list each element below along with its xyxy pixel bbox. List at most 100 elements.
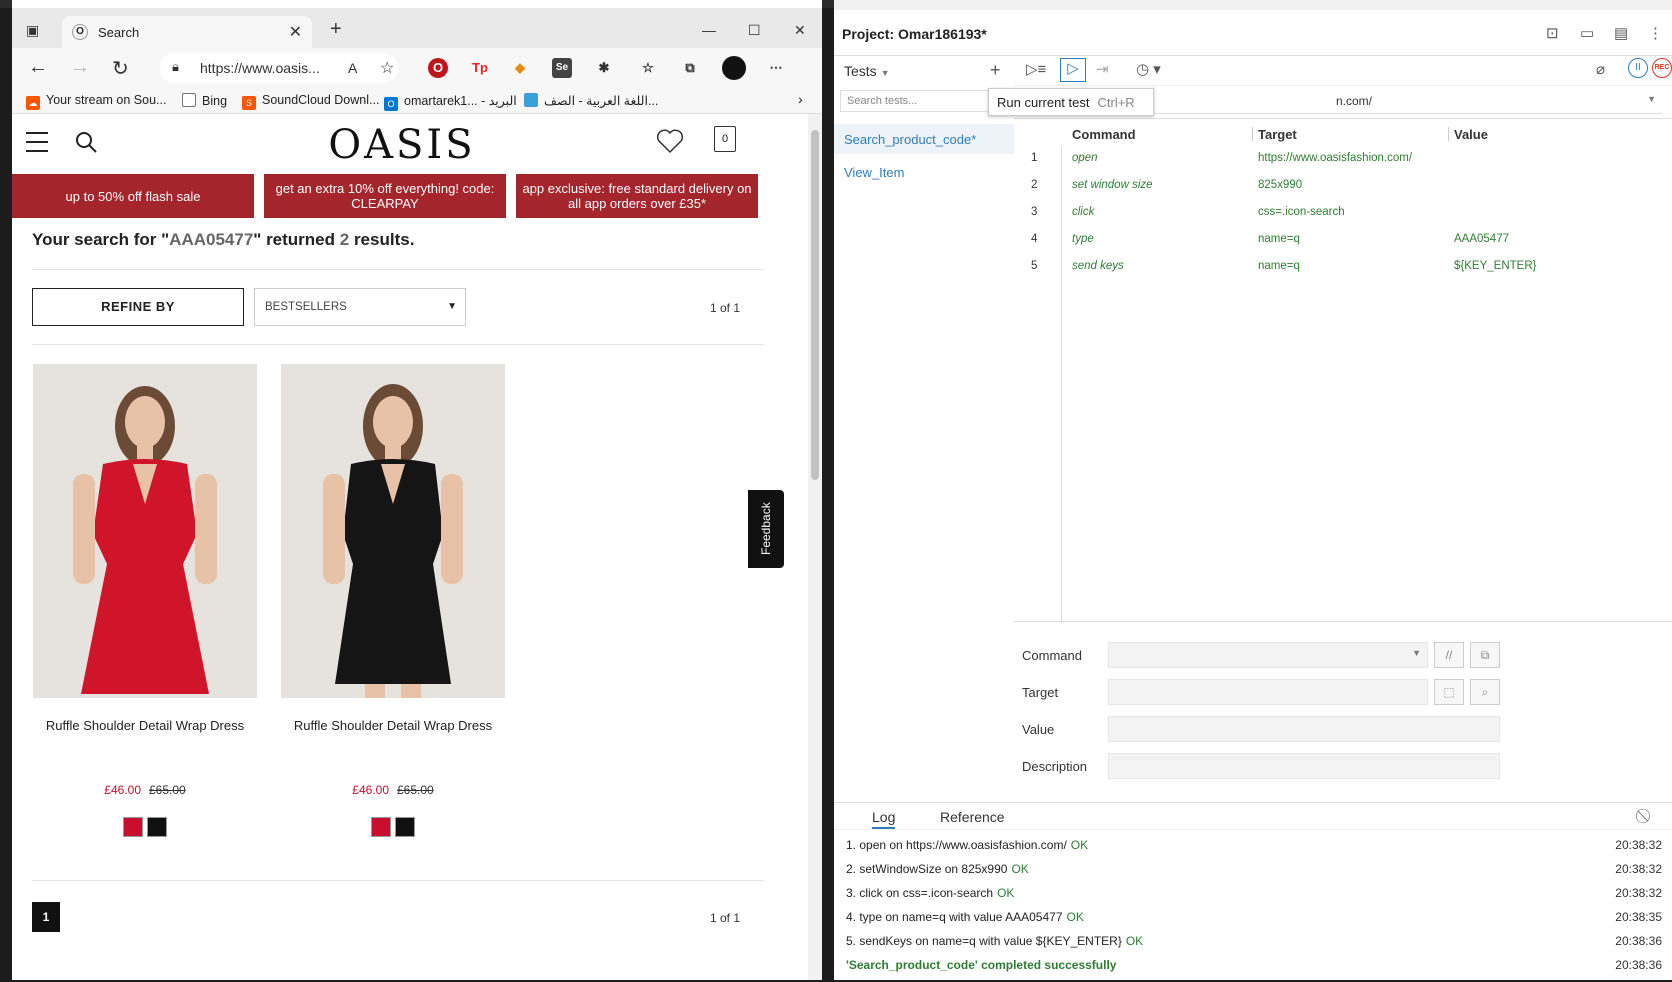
hamburger-menu-icon[interactable]: [26, 132, 48, 152]
save-project-icon[interactable]: ▤: [1614, 24, 1628, 42]
color-swatches: [281, 817, 505, 842]
command-row[interactable]: 4 type name=q AAA05477: [1014, 226, 1672, 253]
selenium-ext-icon[interactable]: Se: [552, 58, 572, 78]
add-test-icon[interactable]: +: [990, 60, 1001, 81]
url-field[interactable]: 🔒︎ https://www.oasis...: [160, 53, 398, 83]
read-aloud-icon[interactable]: A: [348, 60, 357, 76]
swatch-black[interactable]: [395, 817, 415, 837]
log-entry: 2. setWindowSize on 825x990 OK 20:38:32: [846, 862, 1662, 886]
puzzle-extensions-icon[interactable]: ✱: [594, 58, 614, 78]
metamask-icon[interactable]: ◆: [510, 58, 530, 78]
bookmark-label: Your stream on Sou...: [46, 93, 167, 107]
forward-icon[interactable]: →: [70, 56, 90, 79]
tab-actions-icon[interactable]: ▣: [26, 22, 39, 39]
favorite-star-icon[interactable]: ☆: [380, 58, 394, 78]
command-select[interactable]: ▼: [1108, 642, 1428, 668]
test-speed-icon[interactable]: ◷ ▾: [1136, 60, 1161, 78]
promo-banner[interactable]: app exclusive: free standard delivery on…: [516, 174, 758, 218]
step-over-icon[interactable]: ⇥: [1096, 60, 1109, 78]
product-image[interactable]: [281, 364, 505, 698]
minimize-icon[interactable]: —: [702, 22, 716, 38]
extension-icon-1[interactable]: O: [428, 58, 448, 78]
bookmark-item[interactable]: S SoundCloud Downl...: [242, 93, 379, 110]
promo-banner[interactable]: up to 50% off flash sale: [12, 174, 254, 218]
log-entry: 5. sendKeys on name=q with value ${KEY_E…: [846, 934, 1662, 958]
command-row[interactable]: 3 click css=.icon-search: [1014, 199, 1672, 226]
feedback-tab[interactable]: Feedback: [748, 490, 784, 568]
product-image[interactable]: [33, 364, 257, 698]
shopping-bag-icon[interactable]: 0: [714, 126, 736, 152]
chevron-down-icon: ▼: [880, 68, 890, 78]
refine-by-button[interactable]: REFINE BY: [32, 288, 244, 326]
test-item-search-product-code[interactable]: Search_product_code*: [834, 124, 1014, 154]
search-icon[interactable]: [74, 130, 98, 154]
row-value: AAA05477: [1454, 233, 1509, 245]
product-name[interactable]: Ruffle Shoulder Detail Wrap Dress: [33, 718, 257, 733]
swatch-red[interactable]: [371, 817, 391, 837]
new-tab-icon[interactable]: +: [330, 18, 342, 41]
ide-title-bar: [834, 0, 1672, 10]
swatch-red[interactable]: [123, 817, 143, 837]
lock-icon: 🔒︎: [172, 59, 179, 74]
open-docs-icon[interactable]: ⧉: [1470, 642, 1500, 668]
price-now: £46.00: [104, 783, 141, 797]
refresh-icon[interactable]: ↻: [112, 56, 129, 81]
product-name[interactable]: Ruffle Shoulder Detail Wrap Dress: [281, 718, 505, 733]
test-item-view-item[interactable]: View_Item: [834, 157, 1014, 187]
bookmark-item[interactable]: Oomartarek1... - البريد: [384, 93, 517, 111]
profile-avatar[interactable]: [722, 56, 746, 80]
close-window-icon[interactable]: ✕: [794, 22, 806, 39]
favorites-icon[interactable]: ☆: [638, 58, 658, 78]
row-command: click: [1072, 206, 1095, 218]
new-project-icon[interactable]: ⊡: [1546, 24, 1559, 42]
bookmark-item[interactable]: Bing: [182, 93, 227, 108]
search-tests-input[interactable]: Search tests...: [840, 90, 1010, 112]
wishlist-heart-icon[interactable]: [656, 128, 684, 154]
editor-value-label: Value: [1022, 722, 1055, 737]
log-text: 5. sendKeys on name=q with value ${KEY_E…: [846, 934, 1122, 948]
browser-tab[interactable]: O Search ✕: [62, 16, 312, 48]
more-menu-icon[interactable]: ⋯: [766, 58, 786, 78]
command-row[interactable]: 2 set window size 825x990: [1014, 172, 1672, 199]
promo-banner[interactable]: get an extra 10% off everything! code: C…: [264, 174, 506, 218]
collections-icon[interactable]: ⧉: [680, 58, 700, 78]
maximize-icon[interactable]: ☐: [748, 22, 761, 39]
sort-select[interactable]: BESTSELLERS ▼: [254, 288, 466, 326]
open-project-icon[interactable]: ▭: [1580, 24, 1594, 42]
command-row[interactable]: 5 send keys name=q ${KEY_ENTER}: [1014, 253, 1672, 280]
page-scrollbar[interactable]: [808, 114, 822, 980]
scrollbar-thumb[interactable]: [811, 130, 819, 480]
bookmark-item[interactable]: اللغة العربية - الصف...: [524, 93, 658, 108]
product-card[interactable]: Ruffle Shoulder Detail Wrap Dress £46.00…: [281, 364, 505, 842]
log-entry: 3. click on css=.icon-search OK 20:38:32: [846, 886, 1662, 910]
swatch-black[interactable]: [147, 817, 167, 837]
record-icon[interactable]: REC: [1652, 58, 1672, 78]
tab-reference[interactable]: Reference: [940, 809, 1005, 825]
select-target-icon[interactable]: ⬚: [1434, 679, 1464, 705]
tests-dropdown[interactable]: Tests ▼: [844, 63, 890, 79]
run-all-tests-icon[interactable]: ▷≡: [1026, 60, 1046, 78]
product-card[interactable]: Ruffle Shoulder Detail Wrap Dress £46.00…: [33, 364, 257, 842]
command-row[interactable]: 1 open https://www.oasisfashion.com/: [1014, 145, 1672, 172]
bookmarks-more-icon[interactable]: ›: [798, 91, 803, 107]
target-input[interactable]: [1108, 679, 1428, 705]
tab-log[interactable]: Log: [872, 809, 896, 829]
bookmark-item[interactable]: ☁ Your stream on Sou...: [26, 93, 166, 110]
disable-breakpoints-icon[interactable]: ⌀: [1596, 60, 1605, 78]
extension-icon-2[interactable]: Tp: [470, 58, 490, 78]
description-input[interactable]: [1108, 753, 1500, 779]
row-target: name=q: [1258, 260, 1300, 272]
find-target-icon[interactable]: ⌕: [1470, 679, 1500, 705]
project-name[interactable]: Omar186193*: [898, 26, 987, 42]
chevron-down-icon[interactable]: ▼: [1647, 94, 1656, 104]
close-tab-icon[interactable]: ✕: [289, 22, 302, 42]
run-current-test-icon[interactable]: ▷: [1060, 58, 1086, 82]
back-icon[interactable]: ←: [28, 56, 48, 79]
page-1-button[interactable]: 1: [32, 902, 60, 932]
more-options-icon[interactable]: ⋮: [1648, 24, 1663, 42]
comment-toggle-icon[interactable]: //: [1434, 642, 1464, 668]
oasis-logo[interactable]: OASIS: [292, 122, 512, 168]
product-prices: £46.00 £65.00: [33, 783, 257, 797]
pause-on-exceptions-icon[interactable]: II: [1628, 58, 1648, 78]
value-input[interactable]: [1108, 716, 1500, 742]
